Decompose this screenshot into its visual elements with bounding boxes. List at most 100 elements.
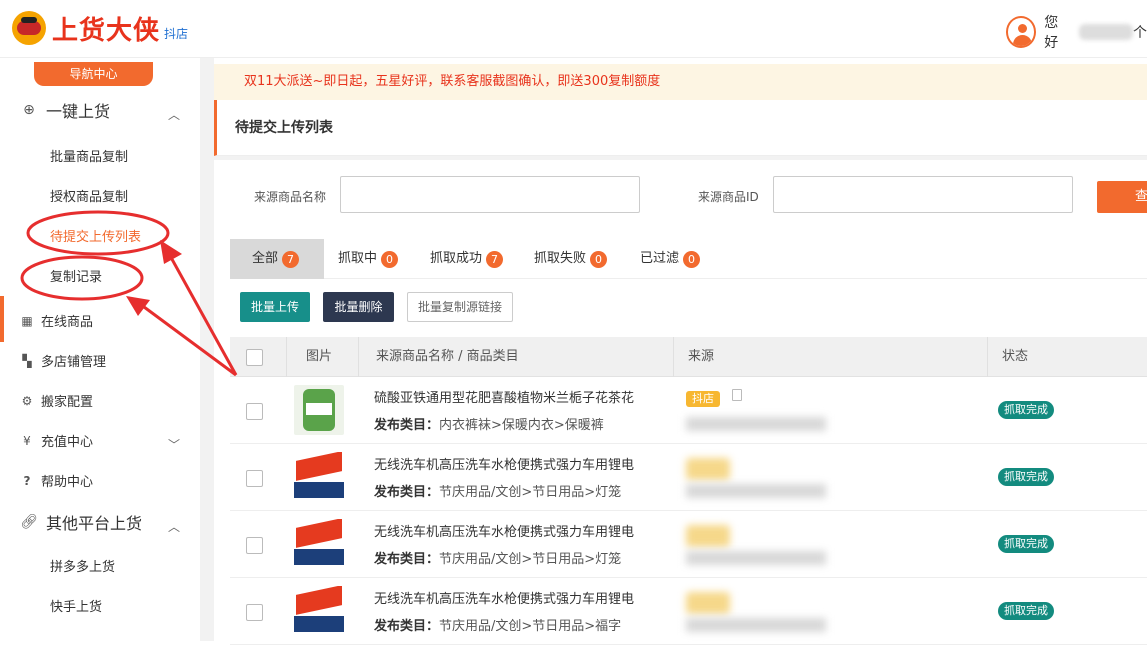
tab-count-badge: 0 bbox=[381, 250, 399, 268]
status-badge: 抓取完成 bbox=[998, 602, 1054, 620]
sidebar-item-copy-records[interactable]: 复制记录 bbox=[50, 266, 102, 285]
tab-label: 抓取失败 bbox=[534, 251, 587, 266]
category-value: 节庆用品/文创>节日用品>福字 bbox=[439, 619, 622, 634]
sidebar-item-label: 在线商品 bbox=[41, 315, 94, 330]
product-thumbnail[interactable] bbox=[294, 586, 344, 636]
product-name[interactable]: 硫酸亚铁通用型花肥喜酸植物米兰栀子花茶花 bbox=[374, 387, 658, 406]
category-prefix: 发布类目： bbox=[374, 552, 440, 567]
select-all-checkbox[interactable] bbox=[246, 349, 263, 366]
blurred-username bbox=[1078, 24, 1133, 40]
sidebar-item-pending-upload[interactable]: 待提交上传列表 bbox=[50, 226, 141, 245]
row-checkbox[interactable] bbox=[246, 604, 263, 621]
product-name[interactable]: 无线洗车机高压洗车水枪便携式强力车用锂电 bbox=[374, 588, 658, 607]
sidebar-group-one-click-upload[interactable]: ⊕ 一键上货 bbox=[20, 98, 110, 122]
nav-center-tab[interactable]: 导航中心 bbox=[34, 62, 153, 86]
sidebar-item-label: 多店铺管理 bbox=[41, 355, 107, 370]
upload-circle-icon: ⊕ bbox=[23, 102, 35, 118]
main-content: 双11大派送~即日起，五星好评，联系客服截图确认，即送300复制额度 待提交上传… bbox=[214, 58, 1147, 645]
sidebar-item-auth-copy[interactable]: 授权商品复制 bbox=[50, 186, 128, 205]
tab-all[interactable]: 全部 7 bbox=[230, 239, 324, 279]
product-name[interactable]: 无线洗车机高压洗车水枪便携式强力车用锂电 bbox=[374, 521, 658, 540]
product-thumbnail[interactable] bbox=[294, 519, 344, 569]
sidebar-item-label: 充值中心 bbox=[41, 435, 94, 450]
sidebar-item-recharge[interactable]: ¥ 充值中心 bbox=[20, 431, 94, 451]
tab-filtered[interactable]: 已过滤 0 bbox=[640, 239, 701, 279]
sidebar-item-batch-copy[interactable]: 批量商品复制 bbox=[50, 146, 128, 165]
status-badge: 抓取完成 bbox=[998, 401, 1054, 419]
query-button[interactable]: 查 bbox=[1097, 181, 1147, 213]
sidebar-item-pdd-upload[interactable]: 拼多多上货 bbox=[50, 556, 115, 575]
sidebar-item-help[interactable]: ? 帮助中心 bbox=[20, 471, 94, 491]
user-avatar-icon[interactable] bbox=[1006, 16, 1037, 48]
chevron-up-icon[interactable]: ︿ bbox=[168, 106, 180, 123]
tab-fetching[interactable]: 抓取中 0 bbox=[338, 239, 399, 279]
promo-notice: 双11大派送~即日起，五星好评，联系客服截图确认，即送300复制额度 bbox=[214, 64, 1147, 100]
row-checkbox[interactable] bbox=[246, 403, 263, 420]
logo-mascot-icon bbox=[12, 11, 46, 45]
source-id-input[interactable] bbox=[773, 176, 1073, 213]
blurred-source-tag bbox=[686, 592, 730, 614]
chevron-up-icon[interactable]: ︿ bbox=[168, 518, 180, 535]
table-row: 硫酸亚铁通用型花肥喜酸植物米兰栀子花茶花 发布类目：内衣裤袜>保暖内衣>保暖裤 … bbox=[230, 377, 1147, 444]
category-prefix: 发布类目： bbox=[374, 418, 440, 433]
category-value: 节庆用品/文创>节日用品>灯笼 bbox=[439, 552, 622, 567]
source-name-label: 来源商品名称 bbox=[254, 190, 327, 204]
copy-icon[interactable] bbox=[732, 389, 742, 401]
batch-upload-button[interactable]: 批量上传 bbox=[240, 292, 310, 322]
batch-delete-button[interactable]: 批量删除 bbox=[323, 292, 394, 322]
tab-label: 抓取成功 bbox=[430, 251, 483, 266]
sidebar-item-move-config[interactable]: ⚙ 搬家配置 bbox=[20, 391, 93, 411]
blurred-source-info bbox=[686, 618, 826, 632]
blurred-source-info bbox=[686, 417, 826, 431]
yen-circle-icon: ¥ bbox=[23, 433, 31, 448]
tab-label: 抓取中 bbox=[338, 251, 378, 266]
sidebar-group-label: 一键上货 bbox=[46, 102, 111, 121]
row-checkbox[interactable] bbox=[246, 537, 263, 554]
blurred-source-tag bbox=[686, 458, 730, 480]
category-value: 内衣裤袜>保暖内衣>保暖裤 bbox=[439, 418, 604, 433]
sidebar-group-other-platforms[interactable]: 🔗︎ 其他平台上货 bbox=[20, 510, 142, 534]
question-icon: ? bbox=[23, 473, 31, 488]
row-checkbox[interactable] bbox=[246, 470, 263, 487]
tab-count-badge: 0 bbox=[590, 250, 608, 268]
table-icon: ▦ bbox=[21, 313, 33, 328]
status-badge: 抓取完成 bbox=[998, 468, 1054, 486]
sidebar-group-label: 其他平台上货 bbox=[46, 514, 143, 533]
sidebar-item-label: 帮助中心 bbox=[41, 475, 94, 490]
batch-copy-link-button[interactable]: 批量复制源链接 bbox=[407, 292, 513, 322]
tab-fetch-success[interactable]: 抓取成功 7 bbox=[430, 239, 504, 279]
user-menu[interactable]: 您好 个 bbox=[1006, 12, 1147, 52]
source-id-label: 来源商品ID bbox=[698, 190, 759, 204]
sidebar: 导航中心 ⊕ 一键上货 ︿ 批量商品复制 授权商品复制 待提交上传列表 复制记录… bbox=[0, 58, 200, 641]
product-thumbnail[interactable] bbox=[294, 452, 344, 502]
column-divider bbox=[987, 337, 988, 377]
greeting-tail: 个 bbox=[1133, 25, 1147, 41]
category-prefix: 发布类目： bbox=[374, 485, 440, 500]
product-name[interactable]: 无线洗车机高压洗车水枪便携式强力车用锂电 bbox=[374, 454, 658, 473]
sidebar-item-multi-store[interactable]: ▚ 多店铺管理 bbox=[20, 351, 107, 371]
category-value: 节庆用品/文创>节日用品>灯笼 bbox=[439, 485, 622, 500]
table-row: 无线洗车机高压洗车水枪便携式强力车用锂电 发布类目：节庆用品/文创>节日用品>福… bbox=[230, 578, 1147, 645]
tab-fetch-failed[interactable]: 抓取失败 0 bbox=[534, 239, 608, 279]
logo-text: 上货大侠 bbox=[52, 15, 161, 46]
source-name-input[interactable] bbox=[340, 176, 640, 213]
active-indicator bbox=[0, 296, 4, 342]
tab-count-badge: 7 bbox=[486, 250, 504, 268]
column-header-name: 来源商品名称 / 商品类目 bbox=[376, 349, 519, 364]
logo[interactable]: 上货大侠 抖店 bbox=[12, 10, 188, 46]
top-header: 上货大侠 抖店 您好 个 bbox=[0, 0, 1147, 58]
column-divider bbox=[286, 337, 287, 377]
link-icon: 🔗︎ bbox=[20, 514, 38, 530]
product-thumbnail[interactable] bbox=[294, 385, 344, 435]
blurred-source-info bbox=[686, 551, 826, 565]
logo-sub: 抖店 bbox=[164, 26, 189, 41]
grid-icon: ▚ bbox=[22, 353, 32, 368]
table-row: 无线洗车机高压洗车水枪便携式强力车用锂电 发布类目：节庆用品/文创>节日用品>灯… bbox=[230, 444, 1147, 511]
sidebar-item-online-products[interactable]: ▦ 在线商品 bbox=[20, 311, 94, 331]
source-badge: 抖店 bbox=[686, 391, 720, 407]
blurred-source-tag bbox=[686, 525, 730, 547]
product-category: 发布类目：节庆用品/文创>节日用品>灯笼 bbox=[374, 548, 621, 567]
chevron-down-icon[interactable]: ﹀ bbox=[168, 436, 180, 453]
status-tabs: 全部 7 抓取中 0 抓取成功 7 抓取失败 0 已过滤 0 bbox=[230, 239, 1147, 279]
sidebar-item-kuaishou-upload[interactable]: 快手上货 bbox=[50, 596, 102, 615]
